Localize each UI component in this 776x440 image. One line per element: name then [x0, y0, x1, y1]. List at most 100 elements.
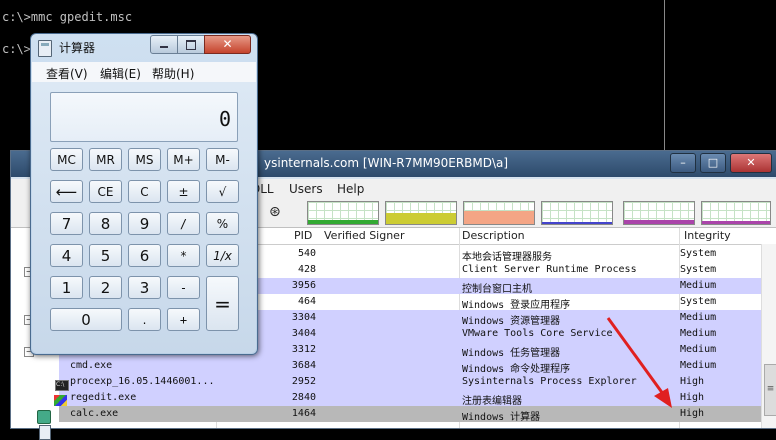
percent-button[interactable]: %: [206, 212, 239, 235]
column-header-description[interactable]: Description: [462, 229, 525, 242]
process-row[interactable]: cmd.exe 3684 Windows 命令处理程序 Medium: [11, 358, 761, 375]
maximize-button[interactable]: [177, 35, 205, 54]
process-integrity: High: [680, 392, 705, 403]
process-description: VMware Tools Core Service: [462, 328, 613, 339]
process-pid: 3312: [291, 344, 316, 355]
menu-view[interactable]: 查看(V): [46, 65, 88, 82]
process-name: regedit.exe: [70, 392, 137, 403]
digit-0-button[interactable]: 0: [50, 308, 122, 331]
cpu-graph[interactable]: [307, 201, 379, 225]
process-row[interactable]: procexp_16.05.1446001... 2952 Sysinternals…: [11, 374, 761, 390]
console-line-prompt: c:\>: [2, 42, 31, 56]
memory-clear-button[interactable]: MC: [50, 148, 83, 171]
pe-menu-help[interactable]: Help: [337, 182, 364, 196]
process-description: Windows 命令处理程序: [462, 364, 571, 375]
calculator-body: 0 MC MR MS M+ M- ⟵ CE C ± √ 7 8 9 / % 4 …: [32, 82, 256, 353]
process-pid: 3684: [291, 360, 316, 371]
calculator-window[interactable]: 计算器 ✕ 查看(V) 编辑(E) 帮助(H) 0 MC MR MS M+ M-…: [30, 33, 258, 355]
process-row[interactable]: calc.exe 1464 Windows 计算器 High: [11, 406, 761, 423]
process-description: Windows 计算器: [462, 412, 541, 423]
process-description: 注册表编辑器: [462, 396, 522, 407]
memory-store-button[interactable]: MS: [128, 148, 161, 171]
display-value: 0: [218, 107, 231, 131]
reciprocal-button[interactable]: 1/x: [206, 244, 239, 267]
column-header-verified-signer[interactable]: Verified Signer: [324, 229, 404, 242]
process-pid: 3304: [291, 312, 316, 323]
process-pid: 428: [297, 264, 316, 275]
crosshair-icon[interactable]: ⊛: [269, 204, 281, 220]
console-line-command: c:\>mmc gpedit.msc: [2, 10, 133, 24]
disk-graph[interactable]: [701, 201, 771, 225]
plus-minus-button[interactable]: ±: [167, 180, 200, 203]
menu-edit[interactable]: 编辑(E): [100, 65, 141, 82]
digit-1-button[interactable]: 1: [50, 276, 83, 299]
process-name: calc.exe: [70, 408, 119, 419]
io-graph[interactable]: [541, 201, 613, 225]
process-description: Sysinternals Process Explorer: [462, 376, 637, 387]
clear-entry-button[interactable]: CE: [89, 180, 122, 203]
column-header-pid[interactable]: PID: [294, 229, 312, 242]
pe-menu-users[interactable]: Users: [289, 182, 323, 196]
process-description: Windows 资源管理器: [462, 316, 561, 327]
digit-5-button[interactable]: 5: [89, 244, 122, 267]
commit-graph[interactable]: [385, 201, 457, 225]
process-description: 控制台窗口主机: [462, 284, 532, 295]
digit-6-button[interactable]: 6: [128, 244, 161, 267]
pe-minimize-button[interactable]: –: [670, 153, 696, 173]
digit-3-button[interactable]: 3: [128, 276, 161, 299]
process-table-scrollbar[interactable]: ≡: [761, 244, 776, 428]
process-row[interactable]: regedit.exe 2840 注册表编辑器 High: [11, 390, 761, 407]
scrollbar-thumb[interactable]: ≡: [764, 364, 776, 416]
digit-8-button[interactable]: 8: [89, 212, 122, 235]
decimal-button[interactable]: .: [128, 308, 161, 331]
calculator-title-bar[interactable]: 计算器 ✕: [31, 34, 257, 60]
process-pid: 3404: [291, 328, 316, 339]
equals-button[interactable]: =: [206, 276, 239, 331]
cmd-icon: C:\: [55, 380, 69, 391]
process-integrity: System: [680, 248, 717, 259]
process-description: Windows 登录应用程序: [462, 300, 571, 311]
process-name: cmd.exe: [70, 360, 113, 371]
process-integrity: High: [680, 376, 705, 387]
clear-button[interactable]: C: [128, 180, 161, 203]
multiply-button[interactable]: *: [167, 244, 200, 267]
process-integrity: High: [680, 408, 705, 419]
process-pid: 3956: [291, 280, 316, 291]
process-integrity: System: [680, 296, 717, 307]
physical-memory-graph[interactable]: [463, 201, 535, 225]
memory-add-button[interactable]: M+: [167, 148, 200, 171]
close-button[interactable]: ✕: [204, 35, 251, 54]
add-button[interactable]: +: [167, 308, 200, 331]
column-header-integrity[interactable]: Integrity: [684, 229, 731, 242]
digit-7-button[interactable]: 7: [50, 212, 83, 235]
process-integrity: Medium: [680, 344, 717, 355]
pe-close-button[interactable]: ✕: [730, 153, 772, 173]
backspace-button[interactable]: ⟵: [50, 180, 83, 203]
process-pid: 2952: [291, 376, 316, 387]
process-integrity: Medium: [680, 328, 717, 339]
subtract-button[interactable]: -: [167, 276, 200, 299]
process-name: procexp_16.05.1446001...: [70, 376, 215, 387]
square-root-button[interactable]: √: [206, 180, 239, 203]
process-description: Windows 任务管理器: [462, 348, 561, 359]
minimize-button[interactable]: [150, 35, 178, 54]
process-description: Client Server Runtime Process: [462, 264, 637, 275]
calculator-title: 计算器: [59, 41, 96, 55]
process-integrity: Medium: [680, 312, 717, 323]
memory-recall-button[interactable]: MR: [89, 148, 122, 171]
calculator-icon: [39, 425, 51, 440]
calculator-icon: [38, 40, 52, 57]
digit-4-button[interactable]: 4: [50, 244, 83, 267]
digit-9-button[interactable]: 9: [128, 212, 161, 235]
process-description: 本地会话管理器服务: [462, 252, 552, 263]
pe-window-title: ysinternals.com [WIN-R7MM90ERBMD\a]: [264, 156, 509, 170]
network-graph[interactable]: [623, 201, 695, 225]
digit-2-button[interactable]: 2: [89, 276, 122, 299]
calculator-display: 0: [50, 92, 238, 142]
process-integrity: Medium: [680, 360, 717, 371]
pe-maximize-button[interactable]: □: [700, 153, 726, 173]
memory-subtract-button[interactable]: M-: [206, 148, 239, 171]
menu-help[interactable]: 帮助(H): [152, 65, 194, 82]
divide-button[interactable]: /: [167, 212, 200, 235]
process-pid: 2840: [291, 392, 316, 403]
